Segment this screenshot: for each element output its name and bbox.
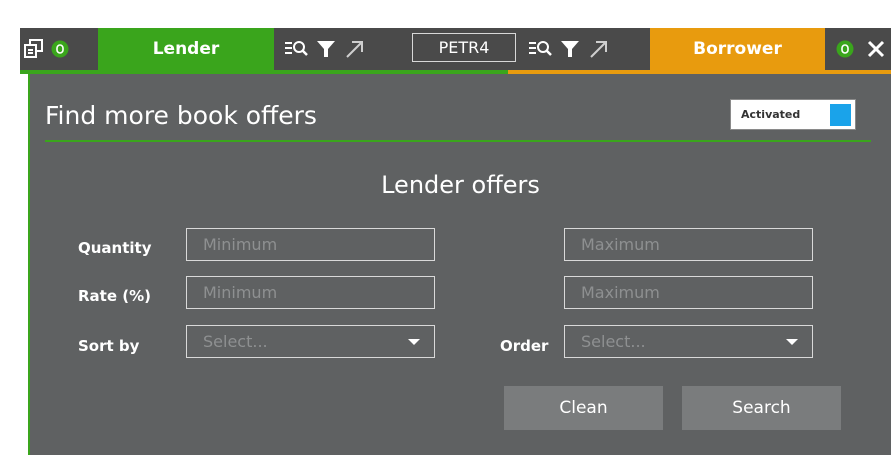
activated-toggle[interactable]: Activated	[730, 99, 856, 130]
panel-title: Find more book offers	[45, 101, 317, 130]
tab-lender[interactable]: Lender	[98, 28, 274, 70]
chevron-down-icon	[408, 339, 420, 345]
chevron-down-icon	[786, 339, 798, 345]
quantity-label: Quantity	[78, 239, 152, 257]
toggle-icon[interactable]	[836, 40, 854, 58]
ticker-field[interactable]: PETR4	[412, 33, 516, 62]
order-label: Order	[500, 337, 549, 355]
panel-divider	[45, 140, 871, 142]
rate-min-input[interactable]	[186, 276, 435, 309]
close-icon[interactable]	[866, 39, 886, 59]
activated-label: Activated	[741, 108, 801, 121]
clean-button-label: Clean	[559, 398, 608, 418]
sort-by-label: Sort by	[78, 337, 140, 355]
tab-borrower[interactable]: Borrower	[650, 28, 825, 70]
order-select[interactable]: Select...	[564, 325, 813, 358]
section-title: Lender offers	[381, 171, 540, 199]
order-select-value: Select...	[581, 332, 646, 351]
popout-icon[interactable]	[24, 39, 44, 59]
quantity-min-input[interactable]	[186, 228, 435, 261]
expand-arrow-icon[interactable]	[589, 39, 609, 59]
clean-button[interactable]: Clean	[504, 386, 663, 430]
search-button-label: Search	[732, 398, 791, 418]
tab-bar: Lender PETR4 Borrower	[20, 28, 891, 74]
book-offers-panel: Find more book offers Activated Lender o…	[28, 74, 891, 455]
rate-max-input[interactable]	[564, 276, 813, 309]
search-button[interactable]: Search	[682, 386, 841, 430]
search-list-icon[interactable]	[284, 39, 310, 59]
activated-switch[interactable]	[830, 104, 851, 126]
expand-arrow-icon[interactable]	[345, 39, 365, 59]
rate-label: Rate (%)	[78, 287, 151, 305]
app-window: Lender PETR4 Borrower Find more book off…	[0, 0, 891, 455]
search-list-icon[interactable]	[528, 39, 554, 59]
ticker-value: PETR4	[438, 38, 490, 57]
quantity-max-input[interactable]	[564, 228, 813, 261]
filter-icon[interactable]	[560, 39, 580, 59]
sort-by-select[interactable]: Select...	[186, 325, 435, 358]
filter-icon[interactable]	[316, 39, 336, 59]
sort-by-select-value: Select...	[203, 332, 268, 351]
tab-lender-label: Lender	[152, 39, 220, 59]
toggle-icon[interactable]	[51, 40, 69, 58]
tab-borrower-label: Borrower	[693, 39, 782, 59]
